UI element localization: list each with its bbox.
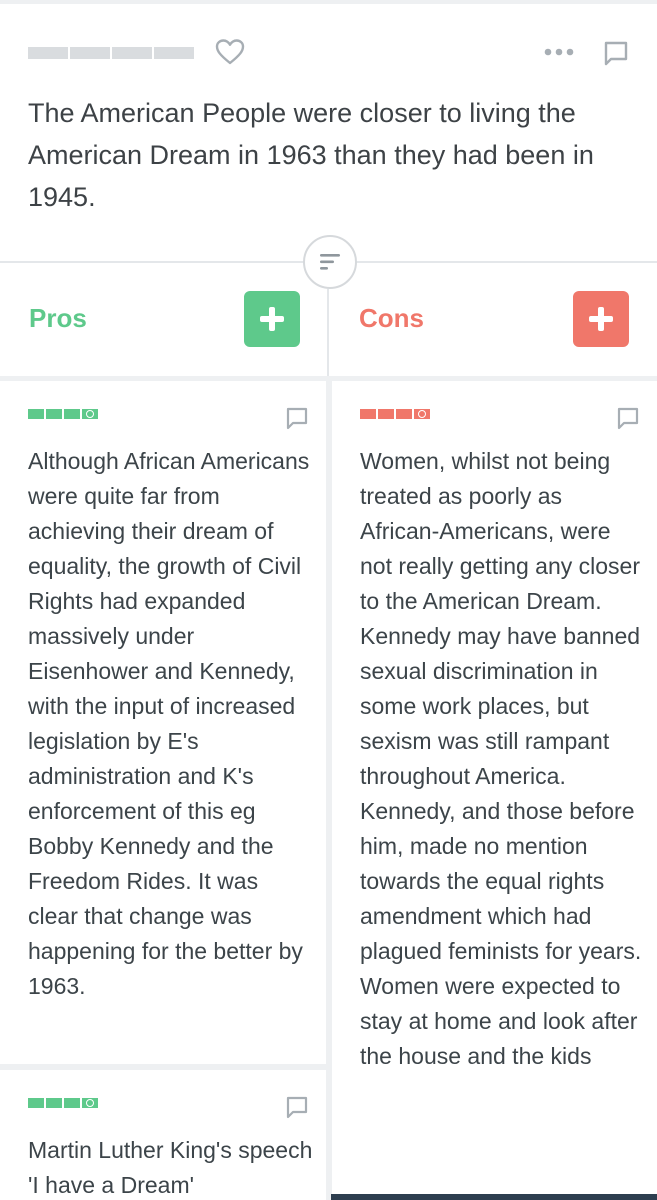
cons-heading: Cons	[359, 303, 424, 333]
top-strip	[0, 0, 657, 4]
add-pro-button[interactable]	[244, 291, 300, 347]
more-options-icon[interactable]	[543, 44, 575, 60]
scroll-indicator	[331, 1194, 657, 1200]
claim-text: The American People were closer to livin…	[28, 98, 594, 212]
add-con-button[interactable]	[573, 291, 629, 347]
column-divider	[327, 289, 329, 377]
comment-icon[interactable]	[286, 1096, 308, 1120]
pro-argument-card[interactable]: Although African Americans were quite fa…	[0, 381, 326, 1064]
argument-text: Martin Luther King's speech 'I have a Dr…	[28, 1137, 313, 1198]
con-argument-card[interactable]: Women, whilst not being treated as poorl…	[332, 381, 657, 1200]
argument-text: Women, whilst not being treated as poorl…	[360, 448, 642, 1069]
comment-icon[interactable]	[286, 407, 308, 431]
score-segment	[70, 47, 110, 59]
pro-argument-card[interactable]: Martin Luther King's speech 'I have a Dr…	[0, 1070, 326, 1200]
score-segment	[154, 47, 194, 59]
score-segment	[112, 47, 152, 59]
sort-button[interactable]	[303, 235, 357, 289]
argument-score-bar	[28, 1098, 98, 1108]
pros-heading: Pros	[29, 303, 87, 333]
score-segment	[28, 47, 68, 59]
argument-text: Although African Americans were quite fa…	[28, 448, 310, 999]
comment-icon[interactable]	[617, 407, 639, 431]
argument-score-bar	[28, 409, 98, 419]
sort-icon	[320, 254, 340, 270]
claim-score-bar	[28, 47, 194, 59]
comment-icon[interactable]	[603, 40, 629, 68]
heart-icon[interactable]	[215, 38, 245, 66]
argument-score-bar	[360, 409, 430, 419]
